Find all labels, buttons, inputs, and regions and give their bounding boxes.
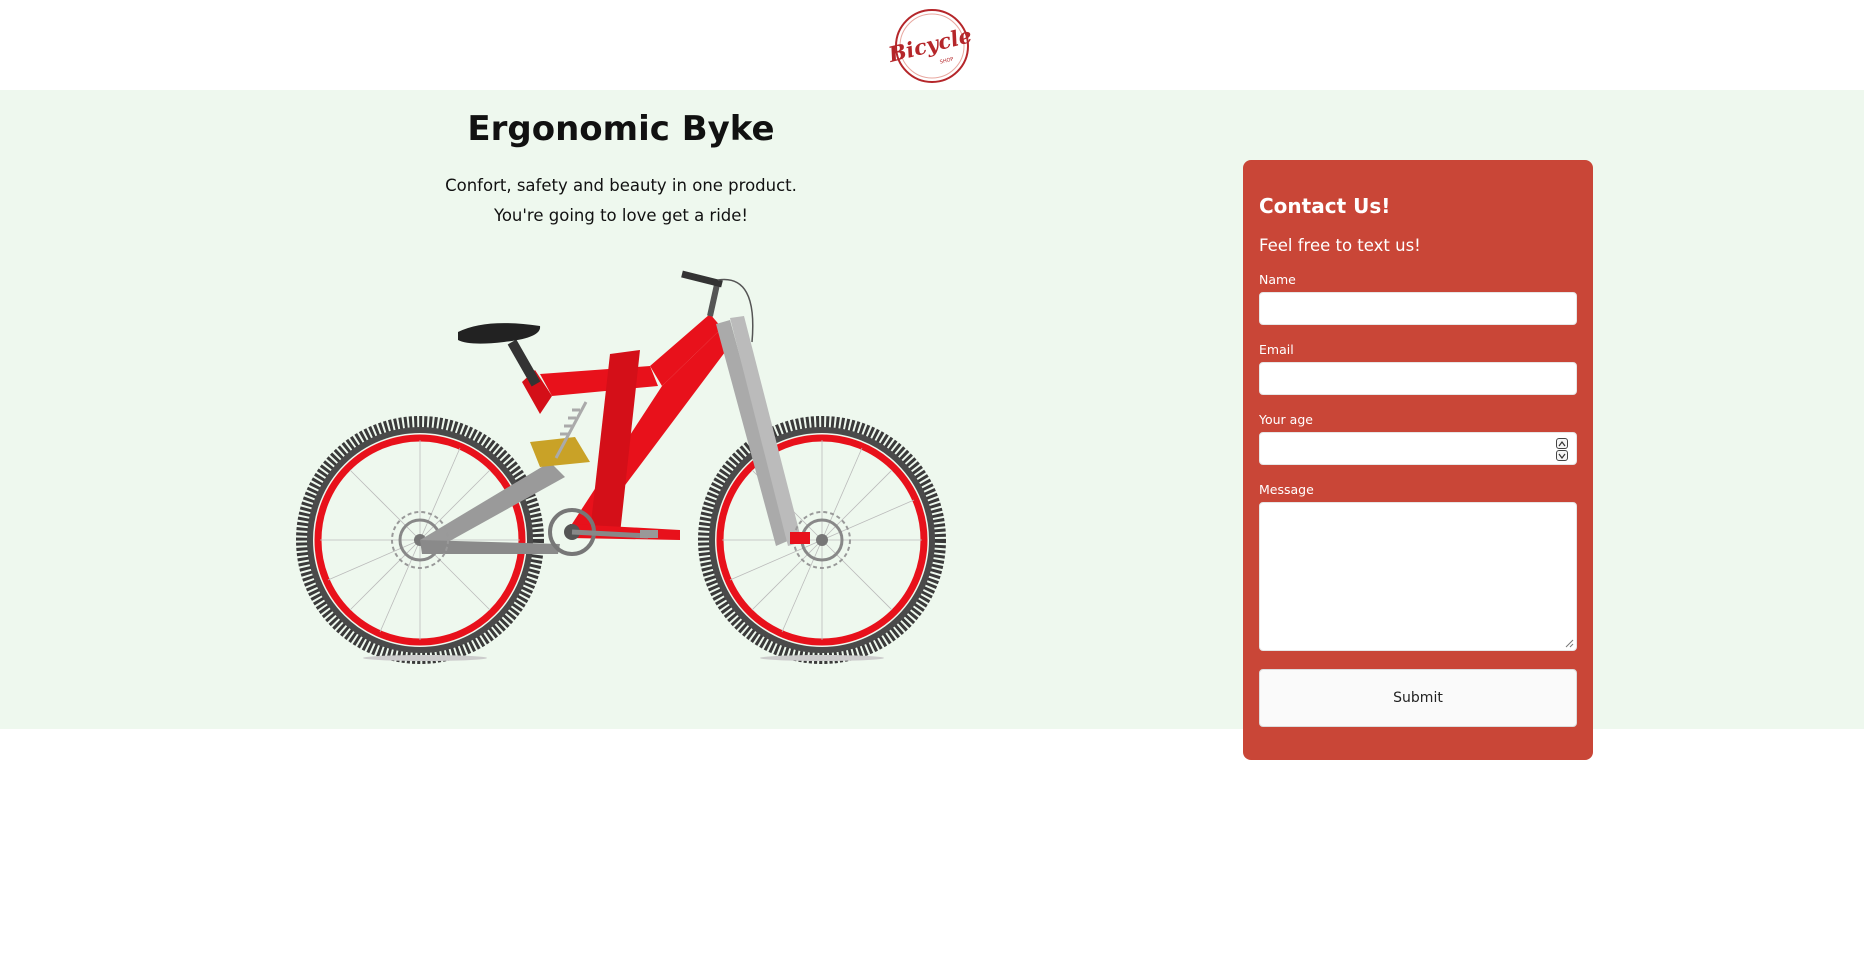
bicycle-shop-logo[interactable]: Bicycle SHOP xyxy=(889,6,975,86)
contact-subtitle: Feel free to text us! xyxy=(1259,236,1421,255)
age-field[interactable] xyxy=(1259,432,1577,465)
logo-subtext: SHOP xyxy=(939,56,954,65)
front-wheel-shadow xyxy=(760,655,884,661)
hero-subtitle-line-2: You're going to love get a ride! xyxy=(493,206,749,225)
swingarm xyxy=(420,437,590,554)
resize-handle-icon[interactable] xyxy=(1564,638,1574,648)
site-header: Bicycle SHOP xyxy=(0,0,1864,90)
bicycle-image xyxy=(296,270,946,664)
age-label: Your age xyxy=(1259,412,1313,427)
email-field[interactable] xyxy=(1259,362,1577,395)
message-label: Message xyxy=(1259,482,1314,497)
front-wheel xyxy=(698,416,946,664)
hero-subtitle-line-1: Confort, safety and beauty in one produc… xyxy=(445,176,797,195)
chevron-down-icon xyxy=(1558,453,1566,459)
decrement-button[interactable] xyxy=(1556,450,1568,461)
email-label: Email xyxy=(1259,342,1294,357)
logo-text: Bicycle xyxy=(889,22,974,67)
bike-frame xyxy=(522,314,734,540)
age-spinner xyxy=(1556,438,1568,462)
message-field[interactable] xyxy=(1259,502,1577,651)
name-label: Name xyxy=(1259,272,1296,287)
name-field[interactable] xyxy=(1259,292,1577,325)
seat xyxy=(458,323,541,387)
chevron-up-icon xyxy=(1558,440,1566,446)
increment-button[interactable] xyxy=(1556,438,1568,449)
front-caliper xyxy=(790,532,810,544)
contact-form: Contact Us! Feel free to text us! Name E… xyxy=(1243,160,1593,760)
rear-wheel-shadow xyxy=(363,655,487,661)
contact-title: Contact Us! xyxy=(1259,194,1391,218)
submit-button[interactable]: Submit xyxy=(1259,669,1577,727)
page-title: Ergonomic Byke xyxy=(467,109,775,149)
